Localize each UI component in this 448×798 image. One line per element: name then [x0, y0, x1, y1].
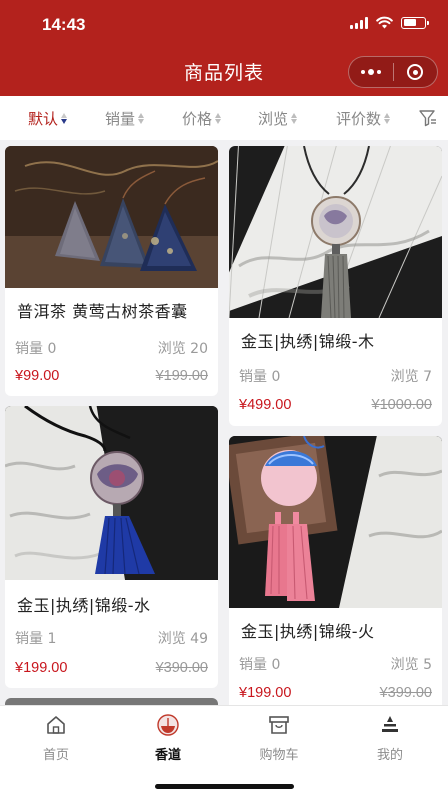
sort-label: 销量 [105, 110, 136, 128]
original-price: ¥199.00 [155, 368, 208, 384]
product-price: ¥99.00 [15, 368, 60, 384]
price-row: ¥199.00 ¥399.00 [239, 685, 432, 701]
tab-profile[interactable]: 我的 [350, 714, 430, 763]
sort-default[interactable]: 默认 [28, 108, 68, 129]
status-icons [350, 16, 429, 29]
sort-arrows-icon [384, 113, 391, 124]
sales-count: 销量 0 [239, 369, 281, 385]
header: 14:43 商品列表 [0, 0, 448, 96]
pink-tassel-pendant-illustration [229, 436, 442, 608]
sort-views[interactable]: 浏览 [258, 108, 298, 129]
sort-label: 默认 [28, 110, 59, 128]
sort-reviews[interactable]: 评价数 [336, 108, 391, 129]
product-image[interactable] [229, 436, 442, 608]
price-row: ¥99.00 ¥199.00 [15, 368, 208, 384]
price-row: ¥199.00 ¥390.00 [15, 660, 208, 676]
tab-cart[interactable]: 购物车 [239, 714, 319, 763]
product-image[interactable] [5, 146, 218, 288]
incense-icon [157, 714, 179, 736]
price-row: ¥499.00 ¥1000.00 [239, 397, 432, 413]
sort-label: 评价数 [336, 110, 382, 128]
original-price: ¥1000.00 [371, 397, 432, 413]
view-count: 浏览 49 [157, 631, 208, 647]
product-name: 金玉|执绣|锦缎-火 [241, 622, 375, 641]
sort-price[interactable]: 价格 [182, 108, 222, 129]
mini-program-capsule [348, 56, 438, 88]
view-count: 浏览 20 [157, 341, 208, 357]
product-stats: 销量 0 浏览 7 [239, 366, 432, 386]
product-name: 金玉|执绣|锦缎-木 [241, 332, 375, 351]
product-image[interactable] [229, 146, 442, 318]
cart-icon [269, 716, 289, 734]
incense-sachet-illustration [5, 146, 218, 288]
product-card[interactable]: 金玉|执绣|锦缎-火 销量 0 浏览 5 ¥199.00 ¥399.00 [229, 436, 442, 716]
more-button[interactable] [349, 69, 393, 75]
product-card[interactable]: 金玉|执绣|锦缎-水 销量 1 浏览 49 ¥199.00 ¥390.00 [5, 406, 218, 688]
product-stats: 销量 0 浏览 5 [239, 654, 432, 674]
product-stats: 销量 0 浏览 20 [15, 338, 208, 358]
sort-label: 浏览 [258, 110, 289, 128]
home-indicator [155, 784, 294, 789]
fan-pendant-illustration [229, 146, 442, 318]
sort-arrows-icon [215, 113, 222, 124]
sort-label: 价格 [182, 110, 213, 128]
battery-icon [401, 16, 429, 29]
product-name: 普洱茶 黄莺古树茶香囊 [17, 302, 188, 321]
product-image[interactable] [5, 406, 218, 580]
profile-icon [382, 716, 398, 732]
product-price: ¥199.00 [15, 660, 68, 676]
product-stats: 销量 1 浏览 49 [15, 628, 208, 648]
target-icon [407, 64, 424, 80]
sales-count: 销量 0 [239, 657, 281, 673]
status-time: 14:43 [42, 15, 86, 34]
tab-label: 香道 [154, 748, 181, 763]
tab-label: 购物车 [259, 748, 299, 763]
product-card[interactable]: 普洱茶 黄莺古树茶香囊 销量 0 浏览 20 ¥99.00 ¥199.00 [5, 146, 218, 396]
close-miniprogram-button[interactable] [394, 64, 438, 80]
product-card[interactable]: 金玉|执绣|锦缎-木 销量 0 浏览 7 ¥499.00 ¥1000.00 [229, 146, 442, 426]
sort-sales[interactable]: 销量 [105, 108, 145, 129]
blue-tassel-pendant-illustration [5, 406, 218, 580]
original-price: ¥390.00 [155, 660, 208, 676]
product-price: ¥199.00 [239, 685, 292, 701]
product-name: 金玉|执绣|锦缎-水 [17, 596, 151, 615]
page: 14:43 商品列表 默认 销量 价格 浏览 评价数 普洱茶 黄莺古树茶香囊 销… [0, 0, 448, 798]
tab-home[interactable]: 首页 [16, 714, 96, 763]
home-icon [47, 716, 65, 734]
product-price: ¥499.00 [239, 397, 292, 413]
view-count: 浏览 5 [390, 657, 432, 673]
tab-incense[interactable]: 香道 [128, 714, 208, 763]
filter-icon[interactable] [418, 108, 438, 128]
sort-arrows-icon [291, 113, 298, 124]
wifi-icon [376, 16, 393, 29]
sales-count: 销量 0 [15, 341, 57, 357]
tab-label: 我的 [376, 748, 403, 763]
tab-label: 首页 [42, 748, 69, 763]
view-count: 浏览 7 [390, 369, 432, 385]
sales-count: 销量 1 [15, 631, 57, 647]
signal-icon [350, 16, 368, 29]
sort-bar: 默认 销量 价格 浏览 评价数 [0, 96, 448, 140]
sort-arrows-icon [138, 113, 145, 124]
original-price: ¥399.00 [379, 685, 432, 701]
sort-arrows-icon [61, 113, 68, 124]
